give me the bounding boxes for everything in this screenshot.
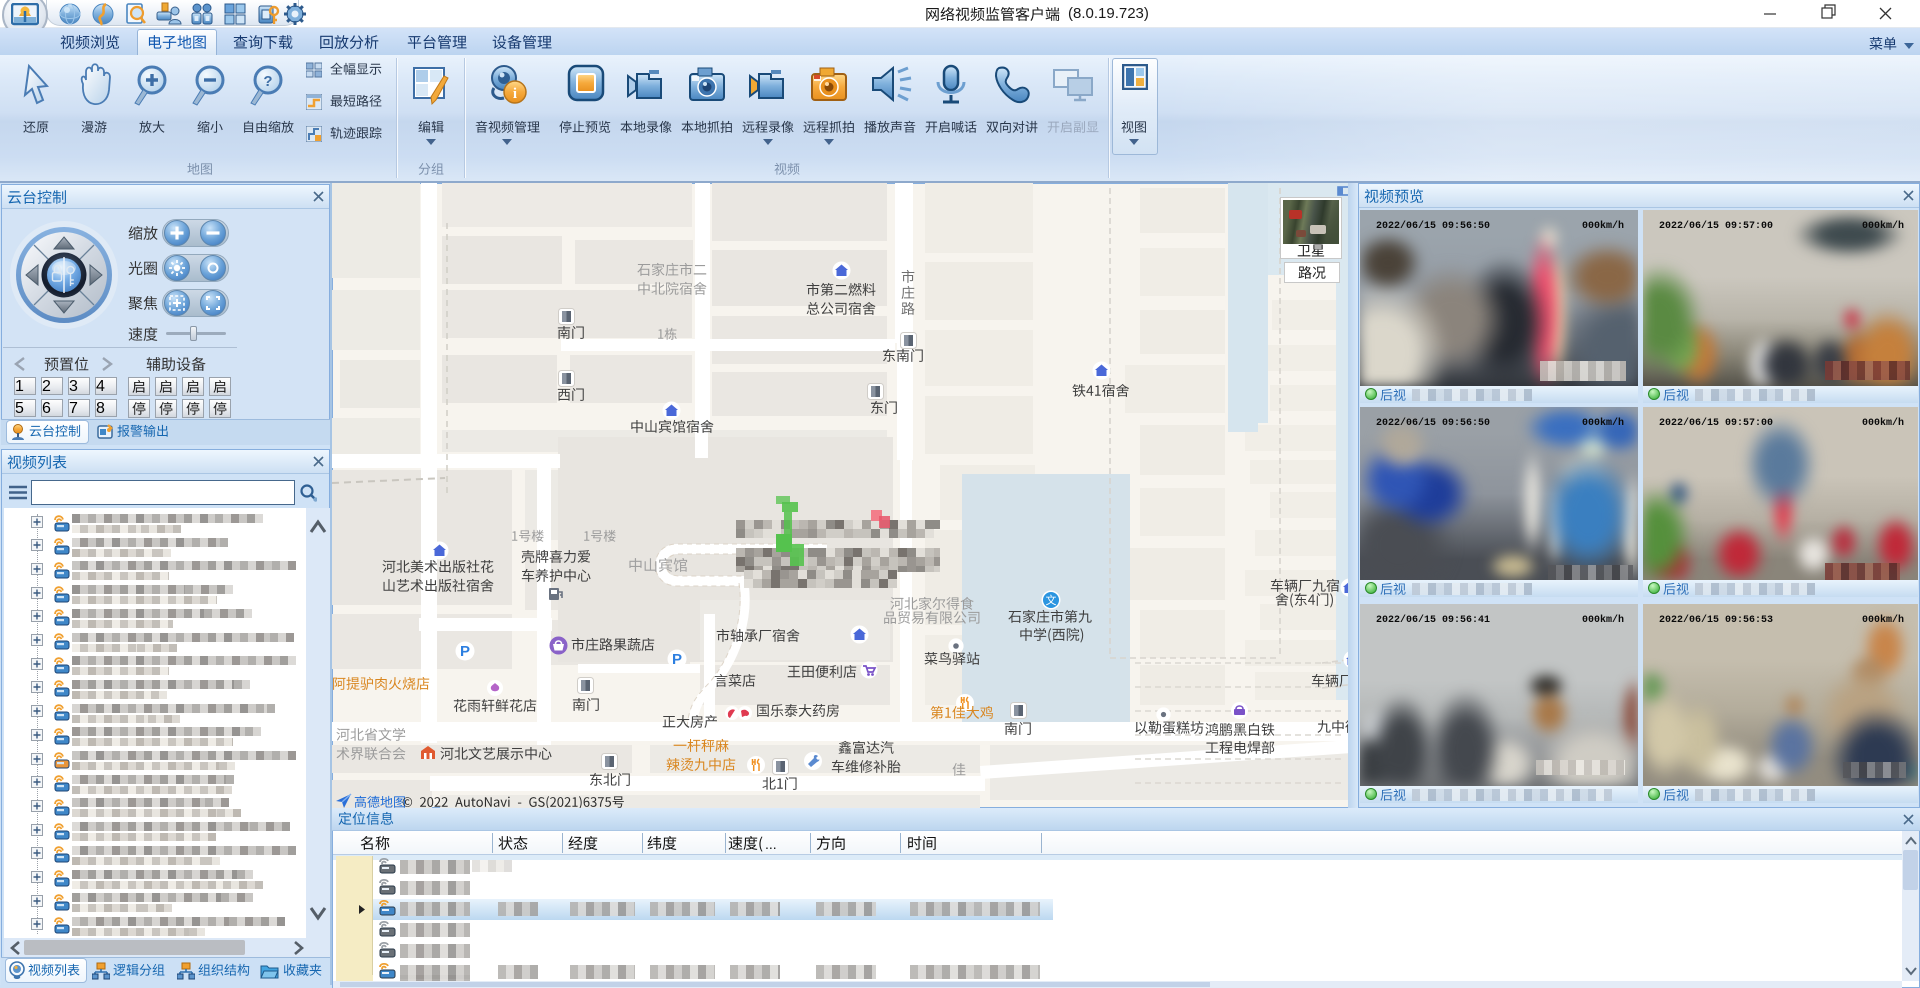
svg-text:i: i [513,86,517,102]
svg-text:P: P [672,651,682,668]
svg-text:文: 文 [1046,593,1057,607]
svg-text:?: ? [263,73,272,90]
svg-text:P: P [460,643,470,660]
